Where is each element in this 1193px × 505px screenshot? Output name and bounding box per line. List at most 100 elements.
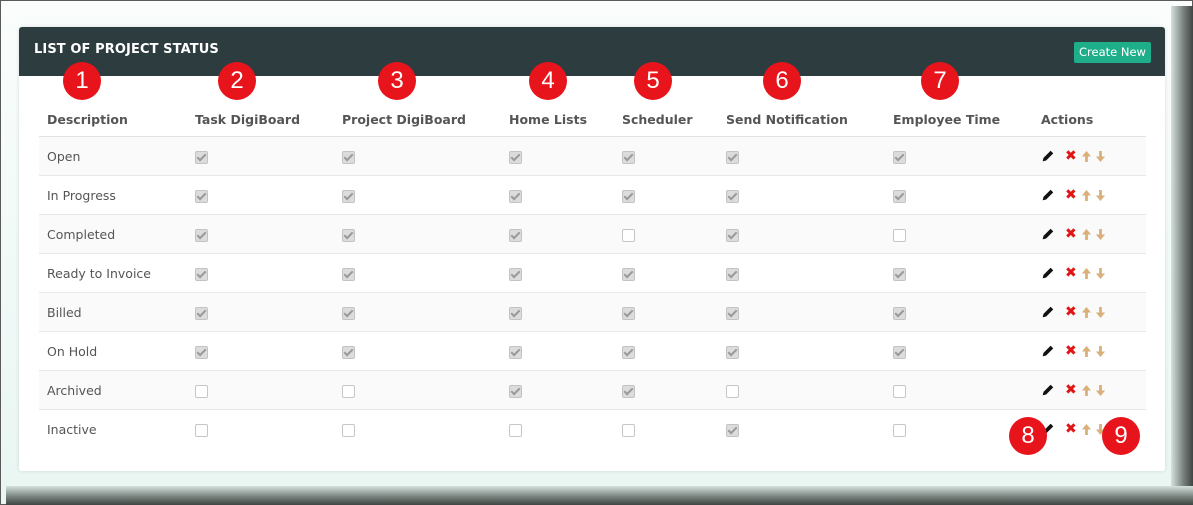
delete-x-icon[interactable]: ✖	[1065, 421, 1077, 437]
send-notification-checkbox[interactable]	[726, 306, 739, 320]
pencil-icon[interactable]	[1041, 188, 1055, 202]
employee-time-checkbox[interactable]	[893, 345, 906, 359]
cell-send-notification	[718, 331, 885, 371]
arrow-down-icon[interactable]	[1095, 267, 1106, 280]
task-digiboard-checkbox[interactable]	[195, 189, 208, 203]
project-digiboard-checkbox[interactable]	[342, 306, 355, 320]
send-notification-checkbox[interactable]	[726, 189, 739, 203]
employee-time-checkbox[interactable]	[893, 189, 906, 203]
row-actions: ✖	[1033, 175, 1146, 215]
employee-time-checkbox[interactable]	[893, 228, 906, 242]
arrow-up-icon[interactable]	[1081, 228, 1092, 241]
home-lists-checkbox[interactable]	[509, 189, 522, 203]
delete-x-icon[interactable]: ✖	[1065, 148, 1077, 164]
delete-x-icon[interactable]: ✖	[1065, 226, 1077, 242]
callout-badge: 7	[921, 62, 959, 100]
column-header-actions: Actions	[1033, 89, 1146, 137]
home-lists-checkbox[interactable]	[509, 306, 522, 320]
delete-x-icon[interactable]: ✖	[1065, 304, 1077, 320]
delete-x-icon[interactable]: ✖	[1065, 187, 1077, 203]
arrow-up-icon[interactable]	[1081, 267, 1092, 280]
cell-scheduler	[614, 214, 718, 254]
row-actions: ✖	[1033, 370, 1146, 410]
callout-badge: 5	[634, 62, 672, 100]
project-digiboard-checkbox[interactable]	[342, 150, 355, 164]
cell-task-digiboard	[187, 292, 334, 332]
arrow-up-icon[interactable]	[1081, 306, 1092, 319]
task-digiboard-checkbox[interactable]	[195, 345, 208, 359]
scheduler-checkbox[interactable]	[622, 306, 635, 320]
task-digiboard-checkbox[interactable]	[195, 384, 208, 398]
cell-scheduler	[614, 331, 718, 371]
send-notification-checkbox[interactable]	[726, 150, 739, 164]
home-lists-checkbox[interactable]	[509, 423, 522, 437]
create-new-button[interactable]: Create New	[1074, 42, 1151, 63]
cell-employee-time	[885, 214, 1033, 254]
cell-employee-time	[885, 331, 1033, 371]
project-digiboard-checkbox[interactable]	[342, 267, 355, 281]
send-notification-checkbox[interactable]	[726, 384, 739, 398]
pencil-icon[interactable]	[1041, 383, 1055, 397]
scheduler-checkbox[interactable]	[622, 345, 635, 359]
cell-scheduler	[614, 410, 718, 449]
pencil-icon[interactable]	[1041, 305, 1055, 319]
delete-x-icon[interactable]: ✖	[1065, 265, 1077, 281]
cell-employee-time	[885, 136, 1033, 176]
task-digiboard-checkbox[interactable]	[195, 228, 208, 242]
pencil-icon[interactable]	[1041, 266, 1055, 280]
task-digiboard-checkbox[interactable]	[195, 150, 208, 164]
cell-home-lists	[501, 370, 614, 410]
arrow-down-icon[interactable]	[1095, 228, 1106, 241]
column-header-send-notification: Send Notification	[718, 89, 885, 137]
home-lists-checkbox[interactable]	[509, 150, 522, 164]
send-notification-checkbox[interactable]	[726, 228, 739, 242]
scheduler-checkbox[interactable]	[622, 150, 635, 164]
pencil-icon[interactable]	[1041, 344, 1055, 358]
home-lists-checkbox[interactable]	[509, 384, 522, 398]
scheduler-checkbox[interactable]	[622, 267, 635, 281]
employee-time-checkbox[interactable]	[893, 150, 906, 164]
task-digiboard-checkbox[interactable]	[195, 267, 208, 281]
callout-badge: 6	[763, 62, 801, 100]
employee-time-checkbox[interactable]	[893, 384, 906, 398]
scheduler-checkbox[interactable]	[622, 189, 635, 203]
cell-home-lists	[501, 214, 614, 254]
project-digiboard-checkbox[interactable]	[342, 189, 355, 203]
arrow-down-icon[interactable]	[1095, 345, 1106, 358]
home-lists-checkbox[interactable]	[509, 345, 522, 359]
send-notification-checkbox[interactable]	[726, 345, 739, 359]
project-digiboard-checkbox[interactable]	[342, 345, 355, 359]
arrow-up-icon[interactable]	[1081, 189, 1092, 202]
scheduler-checkbox[interactable]	[622, 228, 635, 242]
cell-project-digiboard	[334, 136, 501, 176]
employee-time-checkbox[interactable]	[893, 423, 906, 437]
cell-project-digiboard	[334, 214, 501, 254]
cell-project-digiboard	[334, 410, 501, 449]
callout-badge: 2	[218, 62, 256, 100]
delete-x-icon[interactable]: ✖	[1065, 382, 1077, 398]
task-digiboard-checkbox[interactable]	[195, 423, 208, 437]
employee-time-checkbox[interactable]	[893, 306, 906, 320]
employee-time-checkbox[interactable]	[893, 267, 906, 281]
arrow-up-icon[interactable]	[1081, 423, 1092, 436]
task-digiboard-checkbox[interactable]	[195, 306, 208, 320]
delete-x-icon[interactable]: ✖	[1065, 343, 1077, 359]
arrow-down-icon[interactable]	[1095, 189, 1106, 202]
project-digiboard-checkbox[interactable]	[342, 384, 355, 398]
home-lists-checkbox[interactable]	[509, 228, 522, 242]
pencil-icon[interactable]	[1041, 227, 1055, 241]
arrow-up-icon[interactable]	[1081, 345, 1092, 358]
pencil-icon[interactable]	[1041, 149, 1055, 163]
send-notification-checkbox[interactable]	[726, 267, 739, 281]
scheduler-checkbox[interactable]	[622, 423, 635, 437]
arrow-down-icon[interactable]	[1095, 150, 1106, 163]
send-notification-checkbox[interactable]	[726, 423, 739, 437]
arrow-up-icon[interactable]	[1081, 384, 1092, 397]
scheduler-checkbox[interactable]	[622, 384, 635, 398]
arrow-down-icon[interactable]	[1095, 306, 1106, 319]
project-digiboard-checkbox[interactable]	[342, 423, 355, 437]
home-lists-checkbox[interactable]	[509, 267, 522, 281]
arrow-up-icon[interactable]	[1081, 150, 1092, 163]
arrow-down-icon[interactable]	[1095, 384, 1106, 397]
project-digiboard-checkbox[interactable]	[342, 228, 355, 242]
